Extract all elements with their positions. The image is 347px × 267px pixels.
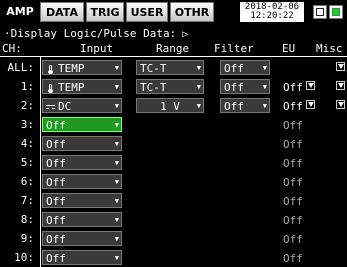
filter-select[interactable]: Off ▼ <box>220 60 270 75</box>
misc-dropdown-icon[interactable] <box>336 62 345 71</box>
dropdown-icon: ▼ <box>114 216 119 224</box>
dc-icon <box>46 103 55 112</box>
channel-label: 2: <box>20 99 34 112</box>
header-range: Range <box>156 42 190 55</box>
tab-othr[interactable]: OTHR <box>170 2 214 22</box>
thermocouple-icon <box>46 83 55 93</box>
dropdown-icon: ▼ <box>114 64 119 72</box>
dropdown-icon: ▼ <box>114 235 119 243</box>
dropdown-icon: ▼ <box>114 121 119 129</box>
channel-label: 7: <box>20 194 34 207</box>
channel-label: 5: <box>20 156 34 169</box>
input-select[interactable]: Off ▼ <box>42 231 122 246</box>
channel-label: 8: <box>20 213 34 226</box>
misc-dropdown-icon[interactable] <box>336 81 345 90</box>
channel-label: 1: <box>20 80 34 93</box>
input-select[interactable]: Off ▼ <box>42 212 122 227</box>
eu-value: Off <box>283 157 303 170</box>
dropdown-icon: ▼ <box>262 64 267 72</box>
eu-value: Off <box>283 233 303 246</box>
header-misc: Misc <box>316 42 343 55</box>
channel-label: 6: <box>20 175 34 188</box>
range-select[interactable]: 1 V ▼ <box>136 98 204 113</box>
eu-value: Off <box>283 119 303 132</box>
page-subtitle: ·Display Logic/Pulse Data: ▷ <box>4 27 188 41</box>
table-row: 2: DC ▼ 1 V ▼ Off ▼ Off <box>0 97 347 115</box>
input-select[interactable]: Off ▼ <box>42 250 122 265</box>
eu-value: Off <box>283 138 303 151</box>
eu-value[interactable]: Off <box>283 81 303 94</box>
eu-value: Off <box>283 195 303 208</box>
dropdown-icon: ▼ <box>114 178 119 186</box>
filter-select[interactable]: Off ▼ <box>220 79 270 94</box>
play-icon[interactable]: ▷ <box>182 29 188 40</box>
dropdown-icon: ▼ <box>196 64 201 72</box>
battery-icon <box>329 5 343 19</box>
thermocouple-icon <box>46 64 55 74</box>
tab-amp[interactable]: AMP <box>2 2 38 22</box>
channel-label: 3: <box>20 118 34 131</box>
eu-dropdown-icon[interactable] <box>306 81 315 90</box>
eu-value: Off <box>283 176 303 189</box>
table-row: 6: Off ▼ Off <box>0 173 347 191</box>
header-eu: EU <box>282 42 296 55</box>
dropdown-icon: ▼ <box>114 83 119 91</box>
table-row: 9: Off ▼ Off <box>0 230 347 248</box>
range-select[interactable]: TC-T ▼ <box>136 60 204 75</box>
table-row: 7: Off ▼ Off <box>0 192 347 210</box>
input-select[interactable]: DC ▼ <box>42 98 122 113</box>
tab-bar: AMP DATA TRIG USER OTHR 2018-02-06 12:20… <box>0 0 347 26</box>
range-select[interactable]: TC-T ▼ <box>136 79 204 94</box>
input-select[interactable]: Off ▼ <box>42 155 122 170</box>
misc-dropdown-icon[interactable] <box>336 100 345 109</box>
table-row: 8: Off ▼ Off <box>0 211 347 229</box>
tab-user[interactable]: USER <box>126 2 168 22</box>
tab-trig[interactable]: TRIG <box>86 2 124 22</box>
table-row: 4: Off ▼ Off <box>0 135 347 153</box>
filter-select[interactable]: Off ▼ <box>220 98 270 113</box>
table-row: 10: Off ▼ Off <box>0 249 347 267</box>
channel-label: 9: <box>20 232 34 245</box>
input-select[interactable]: Off ▼ <box>42 136 122 151</box>
channel-label: 10: <box>14 251 34 264</box>
eu-value: Off <box>283 252 303 265</box>
dropdown-icon: ▼ <box>196 102 201 110</box>
input-select[interactable]: TEMP ▼ <box>42 79 122 94</box>
table-row: 1: TEMP ▼ TC-T ▼ Off ▼ Off <box>0 78 347 96</box>
input-select[interactable]: TEMP ▼ <box>42 60 122 75</box>
dropdown-icon: ▼ <box>262 83 267 91</box>
dropdown-icon: ▼ <box>114 254 119 262</box>
header-divider <box>0 56 347 57</box>
table-row: 3: Off ▼ Off <box>0 116 347 134</box>
dropdown-icon: ▼ <box>114 102 119 110</box>
tab-data[interactable]: DATA <box>40 2 84 22</box>
header-ch: CH: <box>2 42 22 55</box>
eu-value[interactable]: Off <box>283 100 303 113</box>
input-select[interactable]: Off ▼ <box>42 174 122 189</box>
dropdown-icon: ▼ <box>114 159 119 167</box>
table-row: ALL: TEMP ▼ TC-T ▼ Off ▼ <box>0 59 347 77</box>
header-filter: Filter <box>214 42 254 55</box>
eu-value: Off <box>283 214 303 227</box>
eu-dropdown-icon[interactable] <box>306 100 315 109</box>
table-row: 5: Off ▼ Off <box>0 154 347 172</box>
channel-label: 4: <box>20 137 34 150</box>
input-select-selected[interactable]: Off ▼ <box>42 117 122 132</box>
header-input: Input <box>80 42 114 55</box>
input-select[interactable]: Off ▼ <box>42 193 122 208</box>
channel-label: ALL: <box>7 61 35 74</box>
dropdown-icon: ▼ <box>262 102 267 110</box>
time-text: 12:20:22 <box>250 11 294 21</box>
memory-icon <box>313 5 327 19</box>
dropdown-icon: ▼ <box>196 83 201 91</box>
dropdown-icon: ▼ <box>114 140 119 148</box>
dropdown-icon: ▼ <box>114 197 119 205</box>
date-time-display: 2018-02-06 12:20:22 <box>240 2 304 22</box>
subtitle-text: ·Display Logic/Pulse Data: <box>4 27 177 40</box>
